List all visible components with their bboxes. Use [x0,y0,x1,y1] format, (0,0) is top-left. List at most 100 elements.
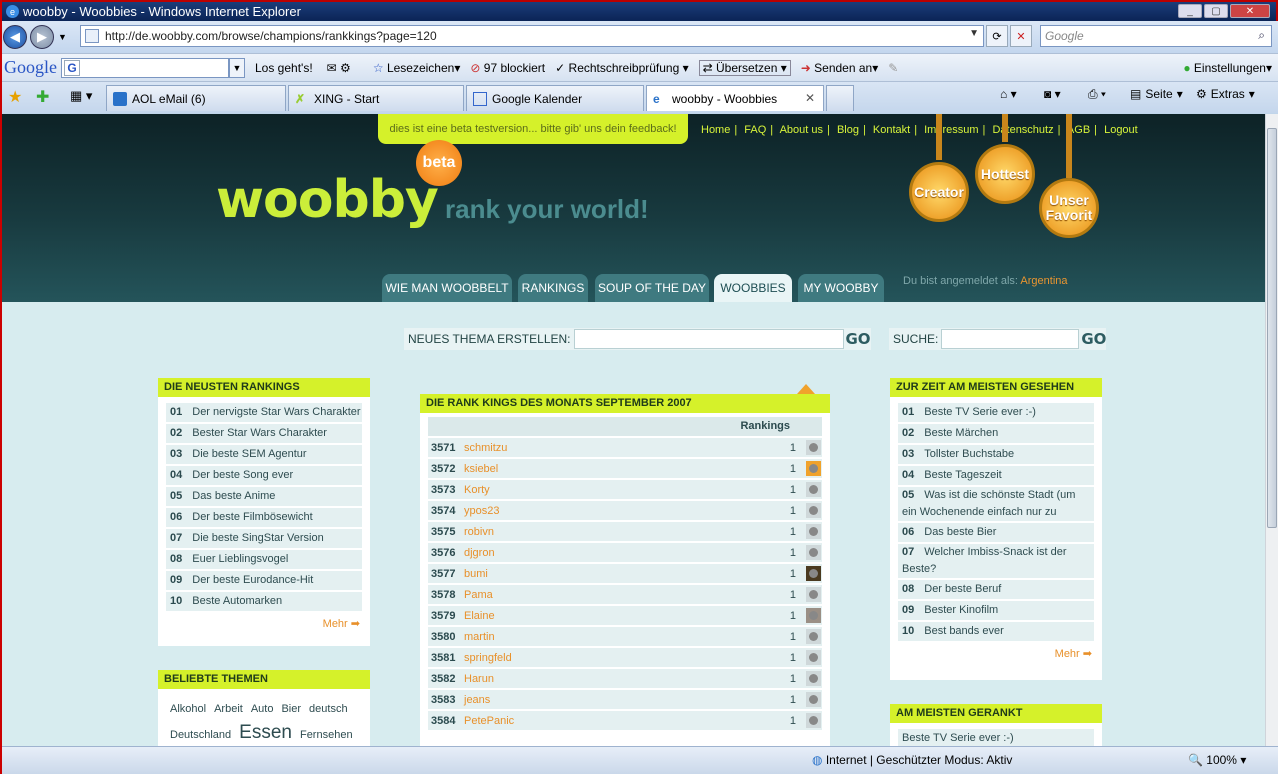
list-item[interactable]: 08 Der beste Beruf [898,580,1094,599]
avatar[interactable] [806,671,821,686]
quick-tabs-icon[interactable]: ▦ ▾ [70,88,92,104]
tag[interactable]: Fernsehen [300,729,353,741]
avatar[interactable] [806,692,821,707]
link-impressum[interactable]: Impressum [924,124,978,136]
nav-my-woobby[interactable]: MY WOOBBY [798,274,884,302]
tag[interactable]: deutsch [309,703,348,715]
user-link[interactable]: djgron [464,547,495,559]
favorites-star-icon[interactable]: ★ [8,87,22,107]
user-link[interactable]: martin [464,631,495,643]
new-topic-go-button[interactable]: GO [846,330,871,348]
list-item[interactable]: 05 Das beste Anime [166,487,362,506]
add-favorites-icon[interactable]: ✚ [36,87,49,107]
feeds-icon[interactable]: ◙ ▾ [1044,87,1061,101]
back-button[interactable]: ◀ [3,25,27,49]
user-link[interactable]: Harun [464,673,494,685]
tab-xing[interactable]: ✗ XING - Start [288,85,464,111]
avatar[interactable] [806,503,821,518]
print-icon[interactable]: ⎙ ▾ [1088,87,1106,102]
google-go-button[interactable]: Los geht's! [255,61,313,75]
tag[interactable]: Arbeit [214,703,243,715]
link-about[interactable]: About us [780,124,823,136]
nav-woobbies[interactable]: WOOBBIES [714,274,792,302]
avatar[interactable] [806,587,821,602]
avatar[interactable] [806,713,821,728]
more-link[interactable]: Mehr ➡ [890,641,1102,666]
list-item[interactable]: 04 Der beste Song ever [166,466,362,485]
user-link[interactable]: PetePanic [464,715,514,727]
list-item[interactable]: 02 Beste Märchen [898,424,1094,443]
tab-aol[interactable]: AOL eMail (6) [106,85,286,111]
list-item[interactable]: 06 Das beste Bier [898,523,1094,542]
hottest-medal[interactable]: Hottest [975,144,1035,204]
list-item[interactable]: 07 Die beste SingStar Version [166,529,362,548]
list-item[interactable]: 03 Die beste SEM Agentur [166,445,362,464]
list-item[interactable]: Beste TV Serie ever :-) [898,729,1094,746]
extras-menu[interactable]: ⚙ Extras ▾ [1196,87,1255,101]
new-topic-input[interactable] [573,329,844,349]
send-to-button[interactable]: ➜ Senden an▾ [801,61,879,75]
avatar[interactable] [806,524,821,539]
user-link[interactable]: springfeld [464,652,512,664]
link-kontakt[interactable]: Kontakt [873,124,910,136]
translate-button[interactable]: ⇄ Übersetzen ▾ [698,59,791,76]
minimize-button[interactable]: _ [1178,4,1202,18]
list-item[interactable]: 02 Bester Star Wars Charakter [166,424,362,443]
user-link[interactable]: schmitzu [464,442,507,454]
tab-google-calendar[interactable]: Google Kalender [466,85,644,111]
site-logo[interactable]: woobby [216,170,439,230]
avatar[interactable] [806,650,821,665]
bookmarks-button[interactable]: ☆ Lesezeichen▾ [373,61,461,75]
maximize-button[interactable]: ▢ [1204,4,1228,18]
stop-icon[interactable]: ✕ [1010,25,1032,47]
user-link[interactable]: ksiebel [464,463,498,475]
tab-woobby[interactable]: e woobby - Woobbies ✕ [646,85,824,111]
link-faq[interactable]: FAQ [744,124,766,136]
zoom-control[interactable]: 🔍 100% ▾ [1188,753,1246,767]
user-link[interactable]: Pama [464,589,493,601]
list-item[interactable]: 10 Best bands ever [898,622,1094,641]
zone-status[interactable]: ◍ Internet | Geschützter Modus: Aktiv [812,753,1012,767]
avatar[interactable] [806,440,821,455]
nav-soup-of-the-day[interactable]: SOUP OF THE DAY [595,274,709,302]
username-link[interactable]: Argentina [1020,275,1067,287]
list-item[interactable]: 09 Der beste Eurodance-Hit [166,571,362,590]
list-item[interactable]: 09 Bester Kinofilm [898,601,1094,620]
creator-medal[interactable]: Creator [909,162,969,222]
site-search-input[interactable] [941,329,1080,349]
user-link[interactable]: robivn [464,526,494,538]
tag[interactable]: Essen [239,722,292,743]
avatar[interactable] [806,482,821,497]
list-item[interactable]: 10 Beste Automarken [166,592,362,611]
forward-button[interactable]: ▶ [30,25,54,49]
nav-rankings[interactable]: RANKINGS [518,274,588,302]
new-tab-button[interactable] [826,85,854,111]
tag[interactable]: Bier [281,703,301,715]
page-menu[interactable]: ▤ Seite ▾ [1130,87,1183,101]
list-item[interactable]: 08 Euer Lieblingsvogel [166,550,362,569]
google-toolbar-search[interactable]: G [61,57,229,78]
user-link[interactable]: Elaine [464,610,495,622]
list-item[interactable]: 03 Tollster Buchstabe [898,445,1094,464]
address-bar[interactable]: http://de.woobby.com/browse/champions/ra… [80,25,984,47]
link-home[interactable]: Home [701,124,730,136]
list-item[interactable]: 07 Welcher Imbiss-Snack ist der Beste? [898,544,1094,578]
avatar[interactable] [806,608,821,623]
list-item[interactable]: 06 Der beste Filmbösewicht [166,508,362,527]
search-input[interactable]: Google ⌕ [1040,25,1272,47]
link-logout[interactable]: Logout [1104,124,1138,136]
avatar[interactable] [806,461,821,476]
spellcheck-button[interactable]: ✓ Rechtschreibprüfung ▾ [555,61,688,75]
search-icon[interactable]: ⌕ [1258,28,1265,43]
nav-wie-man-woobbelt[interactable]: WIE MAN WOOBBELT [382,274,512,302]
favorit-medal[interactable]: Unser Favorit [1039,178,1099,238]
user-link[interactable]: ypos23 [464,505,499,517]
close-tab-icon[interactable]: ✕ [805,91,815,105]
list-item[interactable]: 05 Was ist die schönste Stadt (um ein Woc… [898,487,1094,521]
user-link[interactable]: bumi [464,568,488,580]
tag[interactable]: Auto [251,703,274,715]
list-item[interactable]: 04 Beste Tageszeit [898,466,1094,485]
close-window-button[interactable]: ✕ [1230,4,1270,18]
list-item[interactable]: 01 Beste TV Serie ever :-) [898,403,1094,422]
vertical-scrollbar[interactable] [1265,114,1278,746]
